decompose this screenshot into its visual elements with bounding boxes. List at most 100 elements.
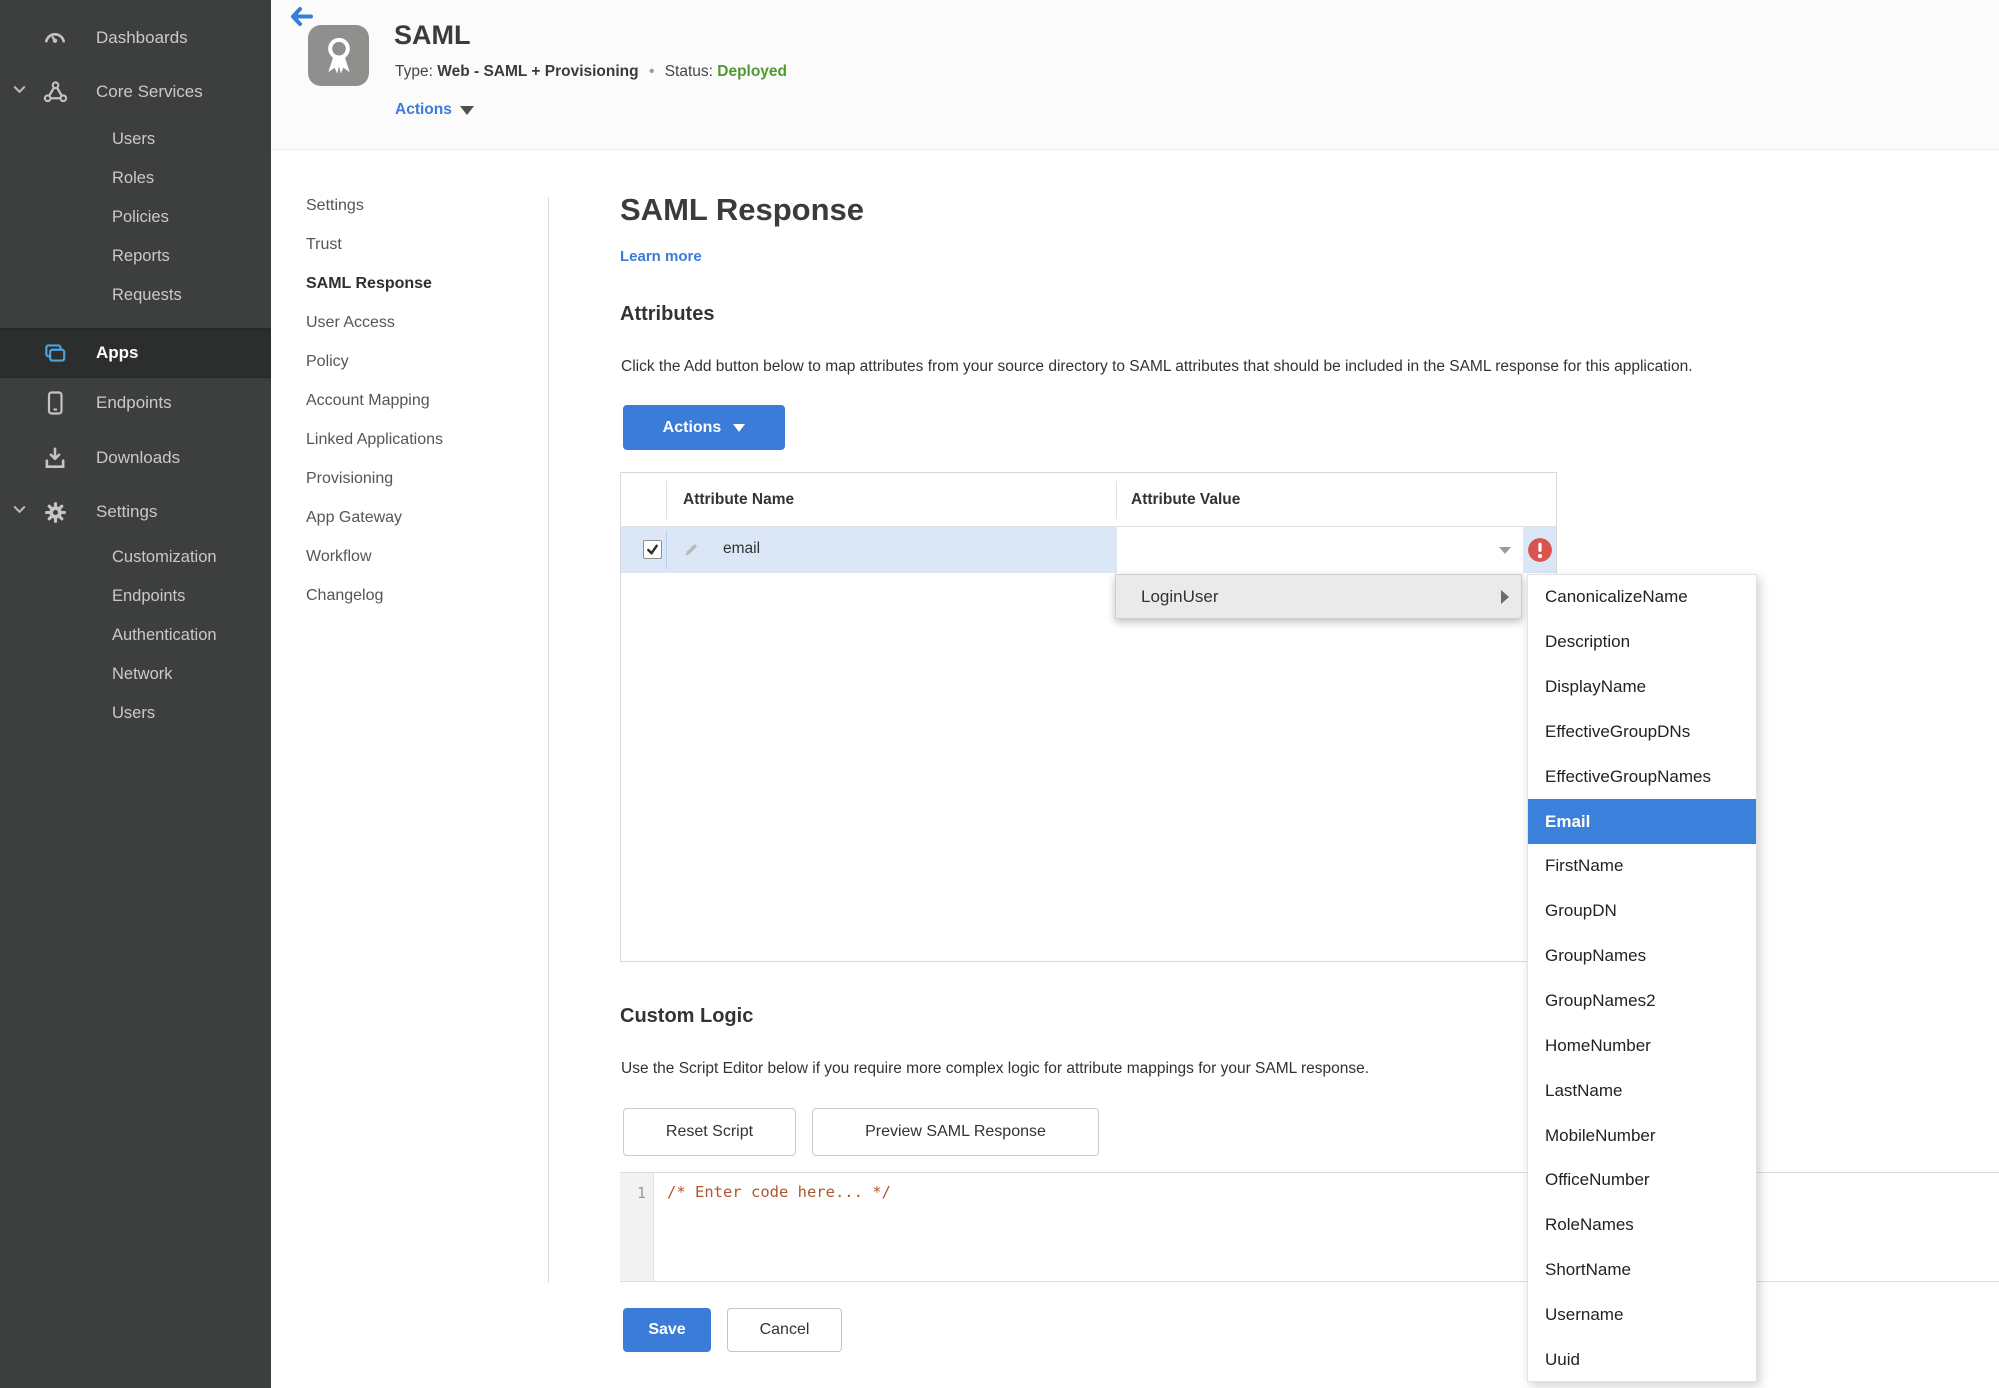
sidebar-item-endpoints[interactable]: Endpoints bbox=[0, 389, 271, 417]
meta-separator: • bbox=[648, 63, 655, 80]
submenu-item-mobilenumber[interactable]: MobileNumber bbox=[1528, 1113, 1756, 1158]
type-value: Web - SAML + Provisioning bbox=[437, 63, 639, 80]
download-icon bbox=[42, 445, 68, 471]
tab-linked-applications[interactable]: Linked Applications bbox=[306, 420, 541, 459]
dropdown-item-loginuser[interactable]: LoginUser bbox=[1115, 574, 1522, 619]
sidebar-item-network[interactable]: Network bbox=[112, 661, 173, 687]
custom-logic-description: Use the Script Editor below if you requi… bbox=[621, 1060, 1370, 1077]
editor-line-gutter: 1 bbox=[620, 1173, 654, 1281]
sidebar-item-core-services[interactable]: Core Services bbox=[0, 78, 271, 106]
header-actions-menu[interactable]: Actions bbox=[395, 101, 474, 119]
submenu-item-effectivegroupnames[interactable]: EffectiveGroupNames bbox=[1528, 754, 1756, 799]
device-icon bbox=[42, 390, 68, 416]
save-button[interactable]: Save bbox=[623, 1308, 711, 1352]
sidebar-item-reports[interactable]: Reports bbox=[112, 243, 170, 269]
sidebar-item-label: Apps bbox=[96, 343, 139, 362]
attribute-name-cell: email bbox=[723, 540, 761, 557]
sidebar-item-label: Endpoints bbox=[96, 393, 172, 412]
submenu-item-groupdn[interactable]: GroupDN bbox=[1528, 889, 1756, 934]
sidebar-item-customization[interactable]: Customization bbox=[112, 544, 217, 570]
tab-app-gateway[interactable]: App Gateway bbox=[306, 498, 541, 537]
sidebar-item-authentication[interactable]: Authentication bbox=[112, 622, 217, 648]
sidebar-item-endpoints-settings[interactable]: Endpoints bbox=[112, 583, 185, 609]
attributes-actions-button[interactable]: Actions bbox=[623, 405, 785, 450]
app-ribbon-icon bbox=[308, 25, 369, 86]
learn-more-link[interactable]: Learn more bbox=[620, 248, 702, 265]
submenu-item-displayname[interactable]: DisplayName bbox=[1528, 665, 1756, 710]
row-checkbox[interactable] bbox=[643, 540, 662, 559]
back-arrow-icon[interactable] bbox=[289, 6, 315, 28]
cancel-button[interactable]: Cancel bbox=[727, 1308, 842, 1352]
attribute-submenu: CanonicalizeName Description DisplayName… bbox=[1527, 574, 1757, 1382]
tab-account-mapping[interactable]: Account Mapping bbox=[306, 381, 541, 420]
submenu-item-shortname[interactable]: ShortName bbox=[1528, 1248, 1756, 1293]
edit-pencil-icon[interactable] bbox=[683, 541, 700, 563]
caret-down-icon bbox=[1499, 547, 1511, 554]
gear-icon bbox=[42, 499, 68, 525]
column-separator bbox=[666, 531, 667, 569]
tab-workflow[interactable]: Workflow bbox=[306, 537, 541, 576]
sidebar-item-apps[interactable]: Apps bbox=[0, 328, 271, 378]
table-row[interactable]: email bbox=[621, 527, 1556, 573]
apps-icon bbox=[42, 340, 68, 366]
caret-down-icon bbox=[733, 423, 746, 432]
sidebar-item-dashboards[interactable]: Dashboards bbox=[0, 24, 271, 52]
submenu-item-groupnames[interactable]: GroupNames bbox=[1528, 934, 1756, 979]
submenu-item-username[interactable]: Username bbox=[1528, 1293, 1756, 1338]
column-header-attribute-name: Attribute Name bbox=[683, 491, 795, 508]
sidebar-item-label: Dashboards bbox=[96, 28, 188, 47]
tab-policy[interactable]: Policy bbox=[306, 342, 541, 381]
submenu-item-uuid[interactable]: Uuid bbox=[1528, 1337, 1756, 1382]
table-header: Attribute Name Attribute Value bbox=[621, 473, 1556, 527]
attribute-value-dropdown[interactable] bbox=[1117, 527, 1523, 573]
tab-changelog[interactable]: Changelog bbox=[306, 576, 541, 615]
column-separator bbox=[666, 481, 667, 519]
script-editor[interactable]: 1 /* Enter code here... */ bbox=[620, 1172, 1999, 1282]
column-header-attribute-value: Attribute Value bbox=[1131, 491, 1241, 508]
sidebar-item-roles[interactable]: Roles bbox=[112, 165, 154, 191]
sidebar-item-users-settings[interactable]: Users bbox=[112, 700, 155, 726]
submenu-item-rolenames[interactable]: RoleNames bbox=[1528, 1203, 1756, 1248]
tab-provisioning[interactable]: Provisioning bbox=[306, 459, 541, 498]
submenu-item-description[interactable]: Description bbox=[1528, 620, 1756, 665]
app-meta: Type: Web - SAML + Provisioning • Status… bbox=[395, 63, 787, 81]
app-title: SAML bbox=[394, 20, 471, 50]
tab-saml-response[interactable]: SAML Response bbox=[306, 264, 541, 303]
submenu-item-canonicalizename[interactable]: CanonicalizeName bbox=[1528, 575, 1756, 620]
submenu-item-homenumber[interactable]: HomeNumber bbox=[1528, 1023, 1756, 1068]
app-subnav: Settings Trust SAML Response User Access… bbox=[306, 186, 541, 615]
submenu-item-email[interactable]: Email bbox=[1528, 799, 1756, 845]
attributes-heading: Attributes bbox=[620, 303, 715, 325]
gauge-icon bbox=[42, 25, 68, 51]
status-label: Status: bbox=[664, 63, 713, 80]
tab-settings[interactable]: Settings bbox=[306, 186, 541, 225]
actions-label: Actions bbox=[395, 101, 452, 118]
content-divider bbox=[548, 197, 549, 1283]
editor-code-area[interactable]: /* Enter code here... */ bbox=[654, 1173, 1954, 1281]
sidebar-item-users[interactable]: Users bbox=[112, 126, 155, 152]
sidebar-item-settings[interactable]: Settings bbox=[0, 498, 271, 526]
type-label: Type: bbox=[395, 63, 433, 80]
submenu-item-effectivegroupdns[interactable]: EffectiveGroupDNs bbox=[1528, 710, 1756, 755]
sidebar-item-downloads[interactable]: Downloads bbox=[0, 444, 271, 472]
sidebar: Dashboards Core Services Users Roles Pol… bbox=[0, 0, 271, 1388]
submenu-item-lastname[interactable]: LastName bbox=[1528, 1068, 1756, 1113]
actions-button-label: Actions bbox=[662, 418, 722, 436]
reset-script-button[interactable]: Reset Script bbox=[623, 1108, 796, 1156]
sidebar-item-requests[interactable]: Requests bbox=[112, 282, 182, 308]
sidebar-item-policies[interactable]: Policies bbox=[112, 204, 169, 230]
submenu-item-officenumber[interactable]: OfficeNumber bbox=[1528, 1158, 1756, 1203]
chevron-down-icon bbox=[12, 82, 27, 102]
tab-user-access[interactable]: User Access bbox=[306, 303, 541, 342]
submenu-item-groupnames2[interactable]: GroupNames2 bbox=[1528, 979, 1756, 1024]
preview-saml-response-button[interactable]: Preview SAML Response bbox=[812, 1108, 1099, 1156]
tab-trust[interactable]: Trust bbox=[306, 225, 541, 264]
app-header: SAML Type: Web - SAML + Provisioning • S… bbox=[271, 0, 1999, 150]
caret-down-icon bbox=[459, 105, 474, 115]
page: Dashboards Core Services Users Roles Pol… bbox=[0, 0, 1999, 1388]
submenu-item-firstname[interactable]: FirstName bbox=[1528, 844, 1756, 889]
page-title: SAML Response bbox=[620, 192, 865, 227]
dropdown-item-label: LoginUser bbox=[1141, 586, 1219, 606]
error-icon bbox=[1527, 537, 1553, 563]
attributes-table: Attribute Name Attribute Value email bbox=[620, 472, 1557, 962]
